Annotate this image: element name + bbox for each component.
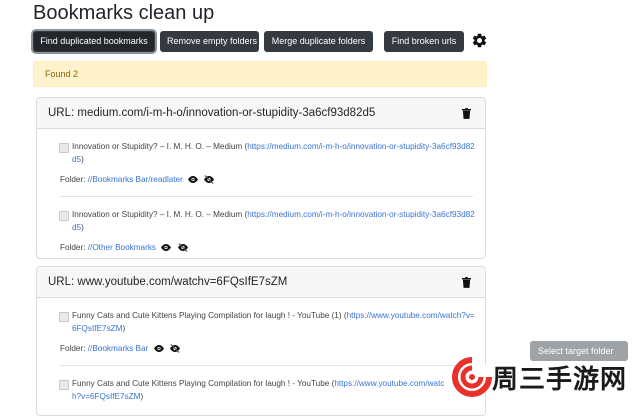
folder-row: Folder: //Bookmarks Bar [60,344,181,353]
watermark: 周三手游网 [448,355,640,400]
folder-label: Folder: [60,243,88,252]
group-header: URL: medium.com/i-m-h-o/innovation-or-st… [37,98,485,129]
folder-row: Folder: //Bookmarks Bar/readlater [60,175,215,184]
bookmark-checkbox[interactable] [59,380,69,390]
group-url: URL: medium.com/i-m-h-o/innovation-or-st… [48,107,376,119]
watermark-logo-icon [452,357,492,397]
bookmark-title-text: Funny Cats and Cute Kittens Playing Comp… [72,311,347,320]
bookmark-checkbox[interactable] [59,312,69,322]
paren: ) [81,154,84,164]
folder-row: Folder: //Other Bookmarks [60,243,189,252]
remove-empty-folders-button[interactable]: Remove empty folders [160,31,259,52]
bookmark-title-text: Innovation or Stupidity? – I. M. H. O. –… [72,142,248,151]
trash-icon[interactable] [462,108,471,119]
bookmark-checkbox[interactable] [59,143,69,153]
merge-duplicate-folders-button[interactable]: Merge duplicate folders [264,31,373,52]
list-item: Funny Cats and Cute Kittens Playing Comp… [59,366,473,415]
bookmark-title: Funny Cats and Cute Kittens Playing Comp… [72,378,452,403]
eye-icon[interactable] [160,243,172,252]
paren: ) [140,391,144,401]
found-alert: Found 2 [33,61,487,87]
folder-label: Folder: [60,175,88,184]
bookmark-title-text: Funny Cats and Cute Kittens Playing Comp… [72,379,335,388]
bookmark-checkbox[interactable] [59,211,69,221]
group-url: URL: www.youtube.com/watchv=6FQsIfE7sZM [48,276,288,288]
folder-link[interactable]: //Bookmarks Bar/readlater [88,175,183,184]
folder-label: Folder: [60,344,88,353]
list-item: Innovation or Stupidity? – I. M. H. O. –… [59,129,475,197]
bookmark-title: Funny Cats and Cute Kittens Playing Comp… [72,310,477,335]
watermark-text: 周三手游网 [492,364,628,394]
trash-icon[interactable] [462,277,471,288]
list-item: Funny Cats and Cute Kittens Playing Comp… [59,298,475,366]
find-broken-urls-button[interactable]: Find broken urls [384,31,464,52]
folder-link[interactable]: //Other Bookmarks [88,243,156,252]
page-title: Bookmarks clean up [33,2,215,24]
eye-slash-icon[interactable] [177,243,189,252]
duplicate-group-card: URL: www.youtube.com/watchv=6FQsIfE7sZM … [36,266,486,416]
eye-slash-icon[interactable] [169,344,181,353]
bookmark-title: Innovation or Stupidity? – I. M. H. O. –… [72,209,477,234]
group-header: URL: www.youtube.com/watchv=6FQsIfE7sZM [37,267,485,298]
bookmark-title-text: Innovation or Stupidity? – I. M. H. O. –… [72,210,248,219]
eye-icon[interactable] [153,344,165,353]
eye-slash-icon[interactable] [203,175,215,184]
eye-icon[interactable] [187,175,199,184]
find-duplicated-bookmarks-button[interactable]: Find duplicated bookmarks [33,31,155,52]
paren: ) [122,323,126,333]
duplicate-group-card: URL: medium.com/i-m-h-o/innovation-or-st… [36,97,486,259]
folder-link[interactable]: //Bookmarks Bar [88,344,149,353]
gear-icon[interactable] [471,32,488,49]
list-item: Innovation or Stupidity? – I. M. H. O. –… [59,197,475,258]
bookmark-title: Innovation or Stupidity? – I. M. H. O. –… [72,141,477,166]
paren: ) [81,222,84,232]
